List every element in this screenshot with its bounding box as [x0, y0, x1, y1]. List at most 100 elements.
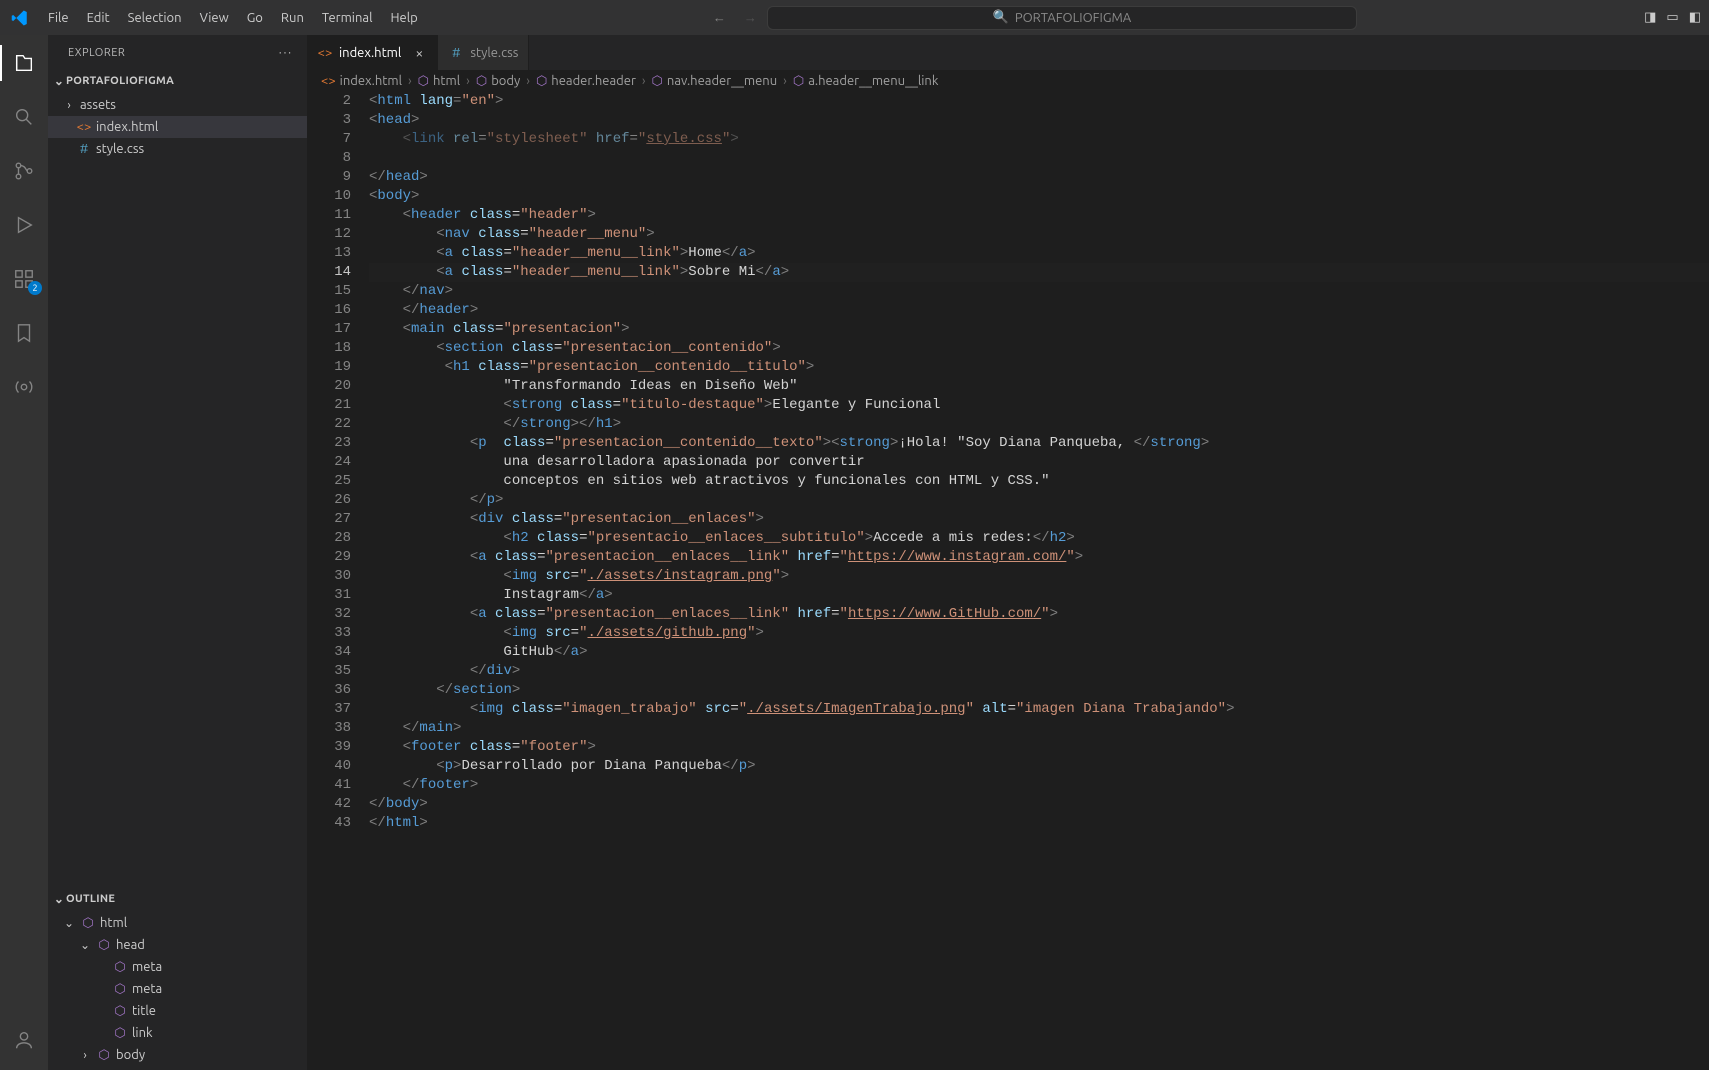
outline-html[interactable]: ⌄ ⬡ html	[48, 912, 307, 934]
outline-label: head	[116, 938, 145, 952]
menubar: FileEditSelectionViewGoRunTerminalHelp	[40, 7, 426, 29]
chevron-down-icon: ⌄	[52, 74, 66, 88]
sidebar-title: EXPLORER	[68, 47, 125, 59]
breadcrumb[interactable]: <> index.html›⬡ html›⬡ body›⬡ header.hea…	[307, 70, 1709, 92]
breadcrumb-item[interactable]: nav.header__menu	[667, 74, 777, 88]
html-file-icon: <>	[321, 74, 336, 88]
outline-link[interactable]: ⬡ link	[48, 1022, 307, 1044]
nav-back-button[interactable]: ←	[713, 10, 726, 25]
nav-arrows: ← →	[713, 10, 757, 25]
html-file-icon: <>	[317, 46, 333, 60]
symbol-icon: ⬡	[112, 982, 128, 997]
activity-accounts[interactable]	[0, 1022, 48, 1058]
tab-label: style.css	[470, 46, 518, 60]
chevron-icon: ›	[78, 1049, 92, 1062]
symbol-icon: ⬡	[793, 74, 804, 89]
activity-search[interactable]	[0, 99, 48, 135]
activity-explorer[interactable]	[0, 45, 48, 81]
outline-label: meta	[132, 960, 162, 974]
symbol-icon: ⬡	[112, 960, 128, 975]
file-assets[interactable]: › assets	[48, 94, 307, 116]
layout-controls: ◨ ▭ ◧	[1644, 10, 1701, 25]
outline-head[interactable]: ⌄ ⬡ head	[48, 934, 307, 956]
outline-header[interactable]: ⌄ OUTLINE	[48, 888, 307, 910]
menu-run[interactable]: Run	[273, 7, 312, 29]
file-tree: › assets <> index.html #style.css	[48, 92, 307, 160]
titlebar: FileEditSelectionViewGoRunTerminalHelp ←…	[0, 0, 1709, 35]
menu-view[interactable]: View	[192, 7, 237, 29]
close-icon[interactable]: ×	[411, 45, 427, 61]
search-placeholder: PORTAFOLIOFIGMA	[1015, 11, 1131, 25]
line-gutter: 2378910111213141516171819202122232425262…	[307, 92, 369, 1070]
code-lines[interactable]: <html lang="en"><head> <link rel="styles…	[369, 92, 1709, 1070]
code-editor[interactable]: 2378910111213141516171819202122232425262…	[307, 92, 1709, 1070]
chevron-icon: ⌄	[62, 916, 76, 930]
menu-edit[interactable]: Edit	[79, 7, 118, 29]
chevron-right-icon: ›	[62, 99, 76, 112]
file-style-css[interactable]: #style.css	[48, 138, 307, 160]
search-icon: 🔍	[993, 10, 1009, 25]
vscode-logo-icon	[8, 6, 32, 30]
menu-help[interactable]: Help	[382, 7, 425, 29]
symbol-icon: ⬡	[112, 1004, 128, 1019]
outline-body[interactable]: › ⬡ body	[48, 1044, 307, 1066]
nav-forward-button[interactable]: →	[744, 10, 757, 25]
outline-label: link	[132, 1026, 153, 1040]
outline-title: OUTLINE	[66, 893, 115, 905]
outline-title[interactable]: ⬡ title	[48, 1000, 307, 1022]
sidebar: EXPLORER ··· ⌄ PORTAFOLIOFIGMA › assets <>…	[48, 35, 307, 1070]
menu-file[interactable]: File	[40, 7, 77, 29]
outline-label: meta	[132, 982, 162, 996]
symbol-icon: ⬡	[652, 74, 663, 89]
breadcrumb-item[interactable]: a.header__menu__link	[808, 74, 938, 88]
css-file-icon: #	[448, 46, 464, 60]
tab-style-css[interactable]: # style.css	[438, 35, 529, 70]
symbol-icon: ⬡	[80, 916, 96, 931]
breadcrumb-item[interactable]: header.header	[551, 74, 636, 88]
file-index-html[interactable]: <> index.html	[48, 116, 307, 138]
chevron-down-icon: ⌄	[52, 892, 66, 906]
extensions-badge: 2	[28, 281, 42, 295]
symbol-icon: ⬡	[96, 1048, 112, 1063]
activity-source-control[interactable]	[0, 153, 48, 189]
file-label: style.css	[96, 142, 144, 156]
sidebar-title-row: EXPLORER ···	[48, 35, 307, 70]
project-name: PORTAFOLIOFIGMA	[66, 75, 174, 87]
html-file-icon: <>	[76, 120, 92, 134]
breadcrumb-item[interactable]: html	[433, 74, 460, 88]
editor-area: <>index.html×#style.css <> index.html›⬡ …	[307, 35, 1709, 1070]
sidebar-more-icon[interactable]: ···	[279, 47, 293, 59]
outline-label: title	[132, 1004, 156, 1018]
tabs-row: <> index.html × # style.css	[307, 35, 1709, 70]
symbol-icon: ⬡	[418, 74, 429, 89]
chevron-icon: ⌄	[78, 938, 92, 952]
tab-label: index.html	[339, 46, 401, 60]
outline-meta[interactable]: ⬡ meta	[48, 978, 307, 1000]
outline-label: body	[116, 1048, 145, 1062]
activity-bookmark[interactable]	[0, 315, 48, 351]
menu-selection[interactable]: Selection	[120, 7, 190, 29]
sidebar-project-header[interactable]: ⌄ PORTAFOLIOFIGMA	[48, 70, 307, 92]
activity-bar: 2	[0, 35, 48, 1070]
outline-tree: ⌄ ⬡ html ⌄ ⬡ head ⬡ meta ⬡ meta ⬡ title ⬡ link › ⬡ body	[48, 910, 307, 1070]
activity-extensions[interactable]: 2	[0, 261, 48, 297]
menu-go[interactable]: Go	[239, 7, 271, 29]
breadcrumb-item[interactable]: index.html	[340, 74, 402, 88]
layout-panel-icon[interactable]: ▭	[1666, 10, 1678, 25]
activity-run-debug[interactable]	[0, 207, 48, 243]
tab-index-html[interactable]: <> index.html ×	[307, 35, 438, 70]
symbol-icon: ⬡	[476, 74, 487, 89]
menu-terminal[interactable]: Terminal	[314, 7, 381, 29]
symbol-icon: ⬡	[536, 74, 547, 89]
layout-sidebar-right-icon[interactable]: ◧	[1689, 10, 1701, 25]
activity-live-server[interactable]	[0, 369, 48, 405]
symbol-icon: ⬡	[112, 1026, 128, 1041]
command-center-search[interactable]: 🔍 PORTAFOLIOFIGMA	[767, 6, 1357, 30]
outline-meta[interactable]: ⬡ meta	[48, 956, 307, 978]
file-label: assets	[80, 98, 116, 112]
file-label: index.html	[96, 120, 158, 134]
breadcrumb-item[interactable]: body	[491, 74, 520, 88]
layout-sidebar-left-icon[interactable]: ◨	[1644, 10, 1656, 25]
symbol-icon: ⬡	[96, 938, 112, 953]
outline-label: html	[100, 916, 127, 930]
